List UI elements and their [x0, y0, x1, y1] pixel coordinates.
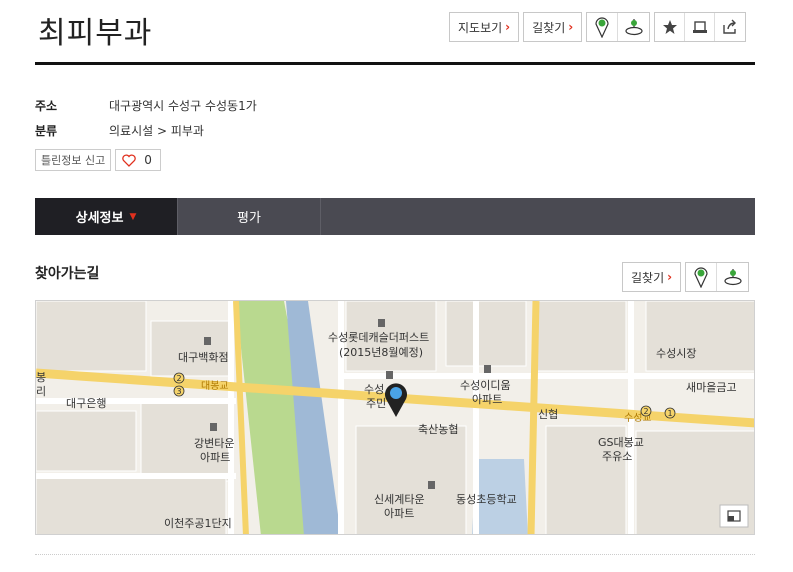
place-info: 주소 대구광역시 수성구 수성동1가 분류 의료시설 > 피부과 [35, 93, 257, 143]
map-label-daebong-road: 대봉교 [201, 380, 229, 392]
address-row: 주소 대구광역시 수성구 수성동1가 [35, 93, 257, 118]
directions-label: 길찾기 [532, 20, 566, 35]
caret-down-icon: ▼ [129, 211, 137, 222]
star-icon [662, 20, 677, 34]
map-label-suseong-market: 수성시장 [656, 347, 696, 360]
address-value: 대구광역시 수성구 수성동1가 [109, 99, 257, 113]
map-label-gangbyeon: 강변타운 [194, 437, 234, 450]
chevron-right-icon: › [505, 20, 511, 34]
map-directions-label: 길찾기 [631, 270, 665, 285]
directions-button[interactable]: 길찾기 › [523, 12, 583, 42]
map-label-shinsegye: 신세계타운 [374, 493, 425, 506]
report-error-button[interactable]: 틀린정보 신고 [35, 149, 112, 171]
map-directions-button[interactable]: 길찾기 › [622, 262, 682, 292]
favorite-button[interactable] [655, 13, 686, 41]
route-icon-group [586, 12, 651, 42]
category-value: 의료시설 > 피부과 [109, 124, 204, 138]
print-icon [692, 21, 707, 33]
heart-icon [122, 153, 136, 167]
tab-details-label: 상세정보 [75, 211, 124, 226]
map-label-shinhyup: 신협 [538, 408, 558, 421]
chevron-right-icon: › [568, 20, 574, 34]
map-label-bank: 대구은행 [66, 397, 106, 410]
destination-flag-icon [625, 19, 643, 36]
category-label: 분류 [35, 124, 58, 138]
map-label-apartment-2: 아파트 [472, 393, 502, 406]
map-action-bar: 길찾기 › [622, 262, 750, 292]
map-label-edge-a: 봉 [36, 371, 46, 384]
map-label-dept-store: 대구백화점 [178, 351, 229, 364]
like-count: 0 [144, 153, 152, 167]
map-view-label: 지도보기 [458, 20, 503, 35]
tool-icon-group [654, 12, 747, 42]
svg-text:2: 2 [176, 374, 181, 383]
detail-tabs: 상세정보 ▼ 평가 [35, 198, 755, 235]
chevron-right-icon: › [667, 270, 673, 284]
tab-rating-label: 평가 [237, 211, 261, 226]
map-end-point-button[interactable] [717, 263, 748, 291]
address-label: 주소 [35, 99, 58, 113]
title-divider [35, 62, 755, 65]
top-action-bar: 지도보기 › 길찾기 › [449, 12, 747, 42]
map-label-suseong-idium: 수성이디움 [460, 379, 511, 392]
map-label-apartment-1: 아파트 [200, 451, 230, 464]
share-icon [723, 19, 737, 34]
map-canvas: 대구백화점 대구은행 강변타운 아파트 이천주공1단지 수성롯데캐슬더퍼스트 (… [36, 301, 754, 534]
map-route-icon-group [685, 262, 750, 292]
map-label-lotte: 수성롯데캐슬더퍼스트 [328, 331, 429, 344]
location-map[interactable]: 대구백화점 대구은행 강변타운 아파트 이천주공1단지 수성롯데캐슬더퍼스트 (… [35, 300, 755, 535]
map-label-suseong-partial: 수성 [364, 383, 384, 396]
location-marker[interactable] [385, 383, 407, 417]
bottom-divider [35, 554, 755, 555]
map-label-gs-sub: 주유소 [602, 450, 632, 463]
print-button[interactable] [685, 13, 716, 41]
svg-text:2: 2 [643, 407, 648, 416]
map-label-edge-b: 리 [36, 385, 46, 398]
cross-road [527, 301, 540, 534]
map-label-jumin-partial: 주민 [366, 397, 386, 410]
map-label-saemaeul: 새마을금고 [686, 381, 737, 394]
start-pin-icon [595, 17, 609, 38]
map-label-gs: GS대봉교 [598, 436, 644, 449]
start-pin-icon [694, 267, 708, 288]
map-label-dongseong: 동성초등학교 [456, 493, 517, 506]
category-row: 분류 의료시설 > 피부과 [35, 118, 257, 143]
map-label-chuksan: 축산농협 [418, 423, 458, 436]
map-start-point-button[interactable] [686, 263, 718, 291]
like-button[interactable]: 0 [115, 149, 161, 171]
end-point-button[interactable] [618, 13, 649, 41]
start-point-button[interactable] [587, 13, 619, 41]
tab-details[interactable]: 상세정보 ▼ [35, 198, 178, 235]
directions-section-title: 찾아가는길 [35, 266, 100, 282]
map-label-apartment-3: 아파트 [384, 507, 414, 520]
share-button[interactable] [715, 13, 745, 41]
svg-text:3: 3 [176, 387, 181, 396]
destination-flag-icon [723, 269, 742, 286]
map-expand-button[interactable] [719, 504, 749, 528]
map-view-button[interactable]: 지도보기 › [449, 12, 520, 42]
map-label-icheon: 이천주공1단지 [164, 516, 232, 530]
tab-rating[interactable]: 평가 [178, 198, 321, 235]
svg-text:1: 1 [667, 409, 672, 418]
place-title: 최피부과 [38, 16, 153, 51]
report-row: 틀린정보 신고 0 [35, 149, 161, 171]
map-label-lotte-sub: (2015년8월예정) [339, 346, 423, 359]
